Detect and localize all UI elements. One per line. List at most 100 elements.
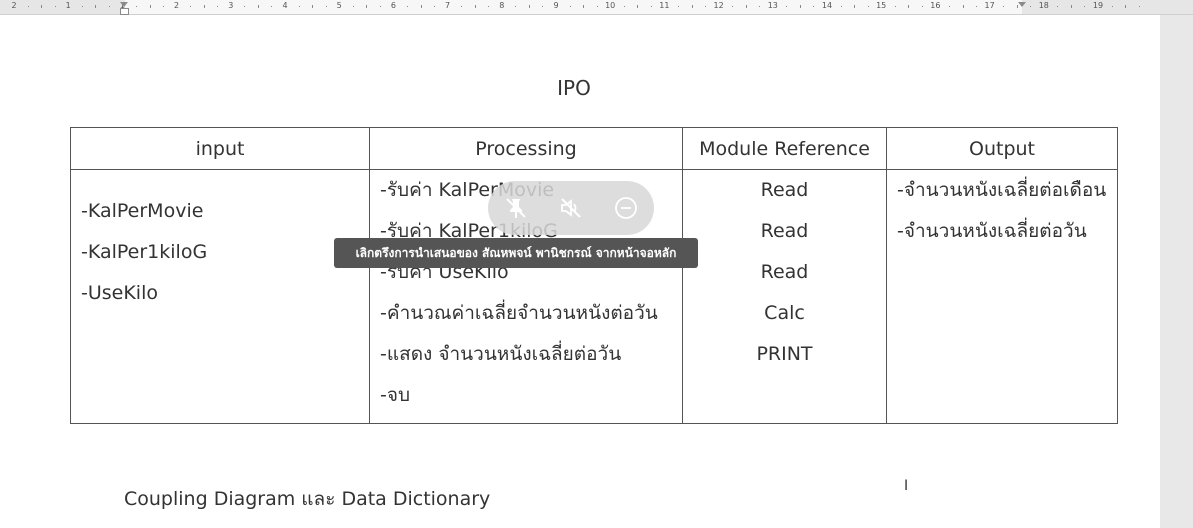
processing-step: -คำนวณค่าเฉลี่ยจำนวนหนังต่อวัน (380, 302, 658, 324)
header-module-reference: Module Reference (682, 127, 887, 170)
ruler-number: 13 (767, 1, 778, 10)
ruler-minor-tick (1111, 6, 1113, 7)
ruler-number: 6 (390, 1, 396, 10)
ruler-minor-tick (325, 6, 327, 7)
ruler-number: 19 (1092, 1, 1104, 10)
ruler-half-tick (1070, 5, 1072, 8)
module-item: Read (760, 220, 809, 242)
ruler-half-tick (583, 5, 585, 8)
ipo-table: input Processing Module Reference Output… (70, 127, 1118, 424)
ruler-half-tick (637, 5, 639, 8)
ruler-minor-tick (976, 6, 978, 7)
ruler-half-tick (528, 5, 530, 8)
ruler-half-tick (962, 5, 964, 8)
ruler-number: 1 (65, 1, 71, 10)
ruler-minor-tick (867, 6, 869, 7)
ruler-number: 2 (11, 1, 17, 10)
ruler-minor-tick (650, 6, 652, 7)
document-title: IPO (557, 76, 591, 100)
ruler-minor-tick (271, 6, 273, 7)
ruler-minor-tick (948, 6, 950, 7)
left-indent-box[interactable] (120, 8, 129, 15)
ruler-minor-tick (81, 6, 83, 7)
ruler-half-tick (474, 5, 476, 8)
ruler-number: 15 (876, 1, 887, 10)
ruler-number: 8 (499, 1, 505, 10)
ruler-half-tick (95, 5, 97, 8)
module-item: PRINT (756, 343, 813, 365)
horizontal-ruler[interactable]: 2 1 1 2 3 4 5 6 7 8 9 10 11 12 13 14 15 16 17 18 19 (0, 0, 1193, 15)
processing-step: -จบ (380, 384, 411, 406)
ruler-number: 2 (174, 1, 180, 10)
unpin-icon[interactable] (503, 195, 529, 221)
ruler-number: 17 (984, 1, 995, 10)
ruler-minor-tick (135, 6, 137, 7)
ruler-minor-tick (1138, 6, 1140, 7)
ruler-number: 4 (282, 1, 288, 10)
minimize-icon[interactable] (613, 195, 639, 221)
output-item: -จำนวนหนังเฉลี่ยต่อวัน (897, 220, 1087, 242)
ruler-half-tick (41, 5, 43, 8)
ruler-minor-tick (894, 6, 896, 7)
ruler-half-tick (745, 5, 747, 8)
header-output: Output (886, 127, 1118, 170)
ruler-minor-tick (569, 6, 571, 7)
ruler-half-tick (908, 5, 910, 8)
ruler-number: 3 (228, 1, 234, 10)
ruler-half-tick (691, 5, 693, 8)
ruler-minor-tick (921, 6, 923, 7)
right-indent-marker[interactable] (1018, 2, 1026, 7)
ruler-minor-tick (27, 6, 29, 7)
ruler-minor-tick (461, 6, 463, 7)
ruler-minor-tick (163, 6, 165, 7)
module-item: Calc (764, 302, 805, 324)
ruler-minor-tick (542, 6, 544, 7)
left-indent-marker[interactable] (120, 2, 128, 7)
ruler-minor-tick (54, 6, 56, 7)
ruler-minor-tick (840, 6, 842, 7)
ruler-minor-tick (813, 6, 815, 7)
ruler-number: 7 (445, 1, 451, 10)
module-item: Read (760, 261, 809, 283)
text-cursor-icon: I (904, 478, 909, 494)
ruler-number: 9 (553, 1, 559, 10)
ruler-number: 16 (930, 1, 941, 10)
ruler-minor-tick (623, 6, 625, 7)
unpin-tooltip: เลิกตรึงการนำเสนอของ สัณหพจน์ พานิชกรณ์ … (334, 238, 698, 268)
ruler-half-tick (799, 5, 801, 8)
presentation-control-bar (488, 181, 654, 235)
output-item: -จำนวนหนังเฉลี่ยต่อเดือน (897, 179, 1107, 201)
ruler-minor-tick (298, 6, 300, 7)
ruler-half-tick (257, 5, 259, 8)
ruler-half-tick (854, 5, 856, 8)
ruler-minor-tick (732, 6, 734, 7)
section-heading: Coupling Diagram และ Data Dictionary (124, 488, 491, 510)
ruler-minor-tick (596, 6, 598, 7)
ruler-text-area (125, 0, 1022, 14)
ruler-half-tick (420, 5, 422, 8)
ruler-minor-tick (1057, 6, 1059, 7)
ruler-minor-tick (705, 6, 707, 7)
ruler-minor-tick (1030, 6, 1032, 7)
ruler-number: 12 (713, 1, 724, 10)
ruler-minor-tick (190, 6, 192, 7)
ruler-minor-tick (786, 6, 788, 7)
input-cell: -KalPerMovie -KalPer1kiloG -UseKilo (70, 169, 370, 424)
ruler-minor-tick (434, 6, 436, 7)
ruler-number: 14 (821, 1, 833, 10)
ruler-minor-tick (406, 6, 408, 7)
ruler-minor-tick (1003, 6, 1005, 7)
ruler-number: 11 (659, 1, 670, 10)
ruler-half-tick (149, 5, 151, 8)
mute-audio-icon[interactable] (558, 195, 584, 221)
table-header-row: input Processing Module Reference Output (70, 127, 1118, 170)
ruler-number: 5 (336, 1, 342, 10)
ruler-minor-tick (1084, 6, 1086, 7)
ruler-half-tick (366, 5, 368, 8)
ruler-minor-tick (379, 6, 381, 7)
input-item: -KalPer1kiloG (81, 241, 208, 263)
processing-step: -แสดง จำนวนหนังเฉลี่ยต่อวัน (380, 343, 622, 365)
ruler-number: 10 (605, 1, 616, 10)
ruler-minor-tick (677, 6, 679, 7)
ruler-minor-tick (217, 6, 219, 7)
